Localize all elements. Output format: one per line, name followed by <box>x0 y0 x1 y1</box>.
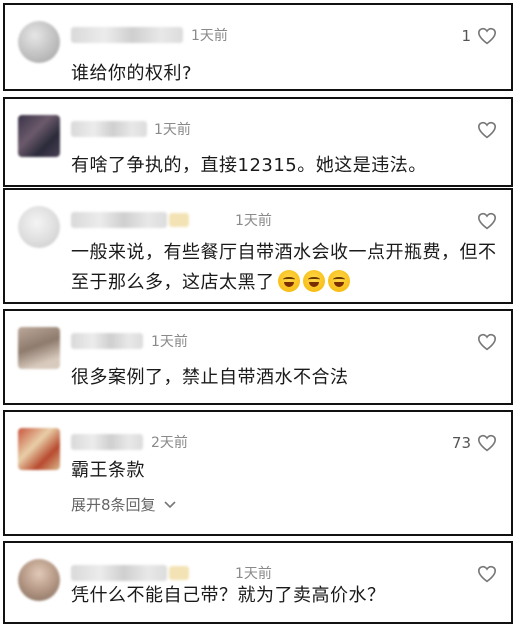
comment-card: 1天前 凭什么不能自己带？就为了卖高价水？ <box>3 541 513 624</box>
user-avatar[interactable] <box>18 21 60 63</box>
comment-card: 2天前 73 霸王条款 展开8条回复 <box>3 410 513 536</box>
user-name-blurred[interactable] <box>71 212 189 228</box>
comment-card: 1天前 一般来说，有些餐厅自带酒水会收一点开瓶费，但不至于那么多，这店太黑了 <box>3 188 513 304</box>
comment-text: 谁给你的权利? <box>71 63 193 84</box>
expand-replies-label: 展开8条回复 <box>71 496 156 514</box>
comment-card: 1天前 有啥了争执的，直接12315。她这是违法。 <box>3 97 513 187</box>
like-count: 73 <box>451 434 471 452</box>
like-button[interactable]: 1 <box>461 27 497 45</box>
comment-text: 凭什么不能自己带？就为了卖高价水？ <box>71 585 386 606</box>
heart-outline-icon <box>477 565 497 583</box>
comment-card: 1天前 很多案例了，禁止自带酒水不合法 <box>3 309 513 405</box>
heart-outline-icon <box>477 434 497 452</box>
user-avatar[interactable] <box>18 115 60 157</box>
like-button[interactable] <box>471 121 497 139</box>
chevron-down-icon <box>163 500 176 508</box>
user-avatar[interactable] <box>18 559 60 601</box>
heart-outline-icon <box>477 121 497 139</box>
like-button[interactable] <box>471 333 497 351</box>
comment-text: 霸王条款 <box>71 460 145 481</box>
laughing-crying-emoji-icon <box>277 270 300 292</box>
comment-time: 1天前 <box>235 566 272 582</box>
comment-time: 1天前 <box>191 28 228 44</box>
like-button[interactable]: 73 <box>452 434 497 452</box>
laughing-crying-emoji-icon <box>302 270 325 292</box>
user-name-blurred[interactable] <box>71 121 147 137</box>
user-name-blurred[interactable] <box>71 27 183 43</box>
comment-time: 1天前 <box>154 122 191 138</box>
like-count: 1 <box>461 27 471 45</box>
heart-outline-icon <box>477 27 497 45</box>
expand-replies-button[interactable]: 展开8条回复 <box>71 494 176 515</box>
comment-text: 很多案例了，禁止自带酒水不合法 <box>71 367 349 388</box>
comment-text: 有啥了争执的，直接12315。她这是违法。 <box>71 155 427 176</box>
comment-text: 一般来说，有些餐厅自带酒水会收一点开瓶费，但不至于那么多，这店太黑了 <box>71 238 497 298</box>
comment-time: 1天前 <box>151 334 188 350</box>
like-button[interactable] <box>471 565 497 583</box>
like-button[interactable] <box>471 212 497 230</box>
user-name-blurred[interactable] <box>71 434 143 450</box>
user-avatar[interactable] <box>18 327 60 369</box>
heart-outline-icon <box>477 333 497 351</box>
laughing-crying-emoji-icon <box>327 270 350 292</box>
comment-card: 1天前 1 谁给你的权利? <box>3 3 513 91</box>
user-avatar[interactable] <box>18 428 60 470</box>
user-name-blurred[interactable] <box>71 333 143 349</box>
comment-list: 1天前 1 谁给你的权利? 1天前 有啥了争执的，直接12315。她这是违法。 … <box>0 0 516 627</box>
comment-time: 2天前 <box>151 435 188 451</box>
heart-outline-icon <box>477 212 497 230</box>
user-avatar[interactable] <box>18 206 60 248</box>
comment-time: 1天前 <box>235 213 272 229</box>
user-name-blurred[interactable] <box>71 565 189 581</box>
